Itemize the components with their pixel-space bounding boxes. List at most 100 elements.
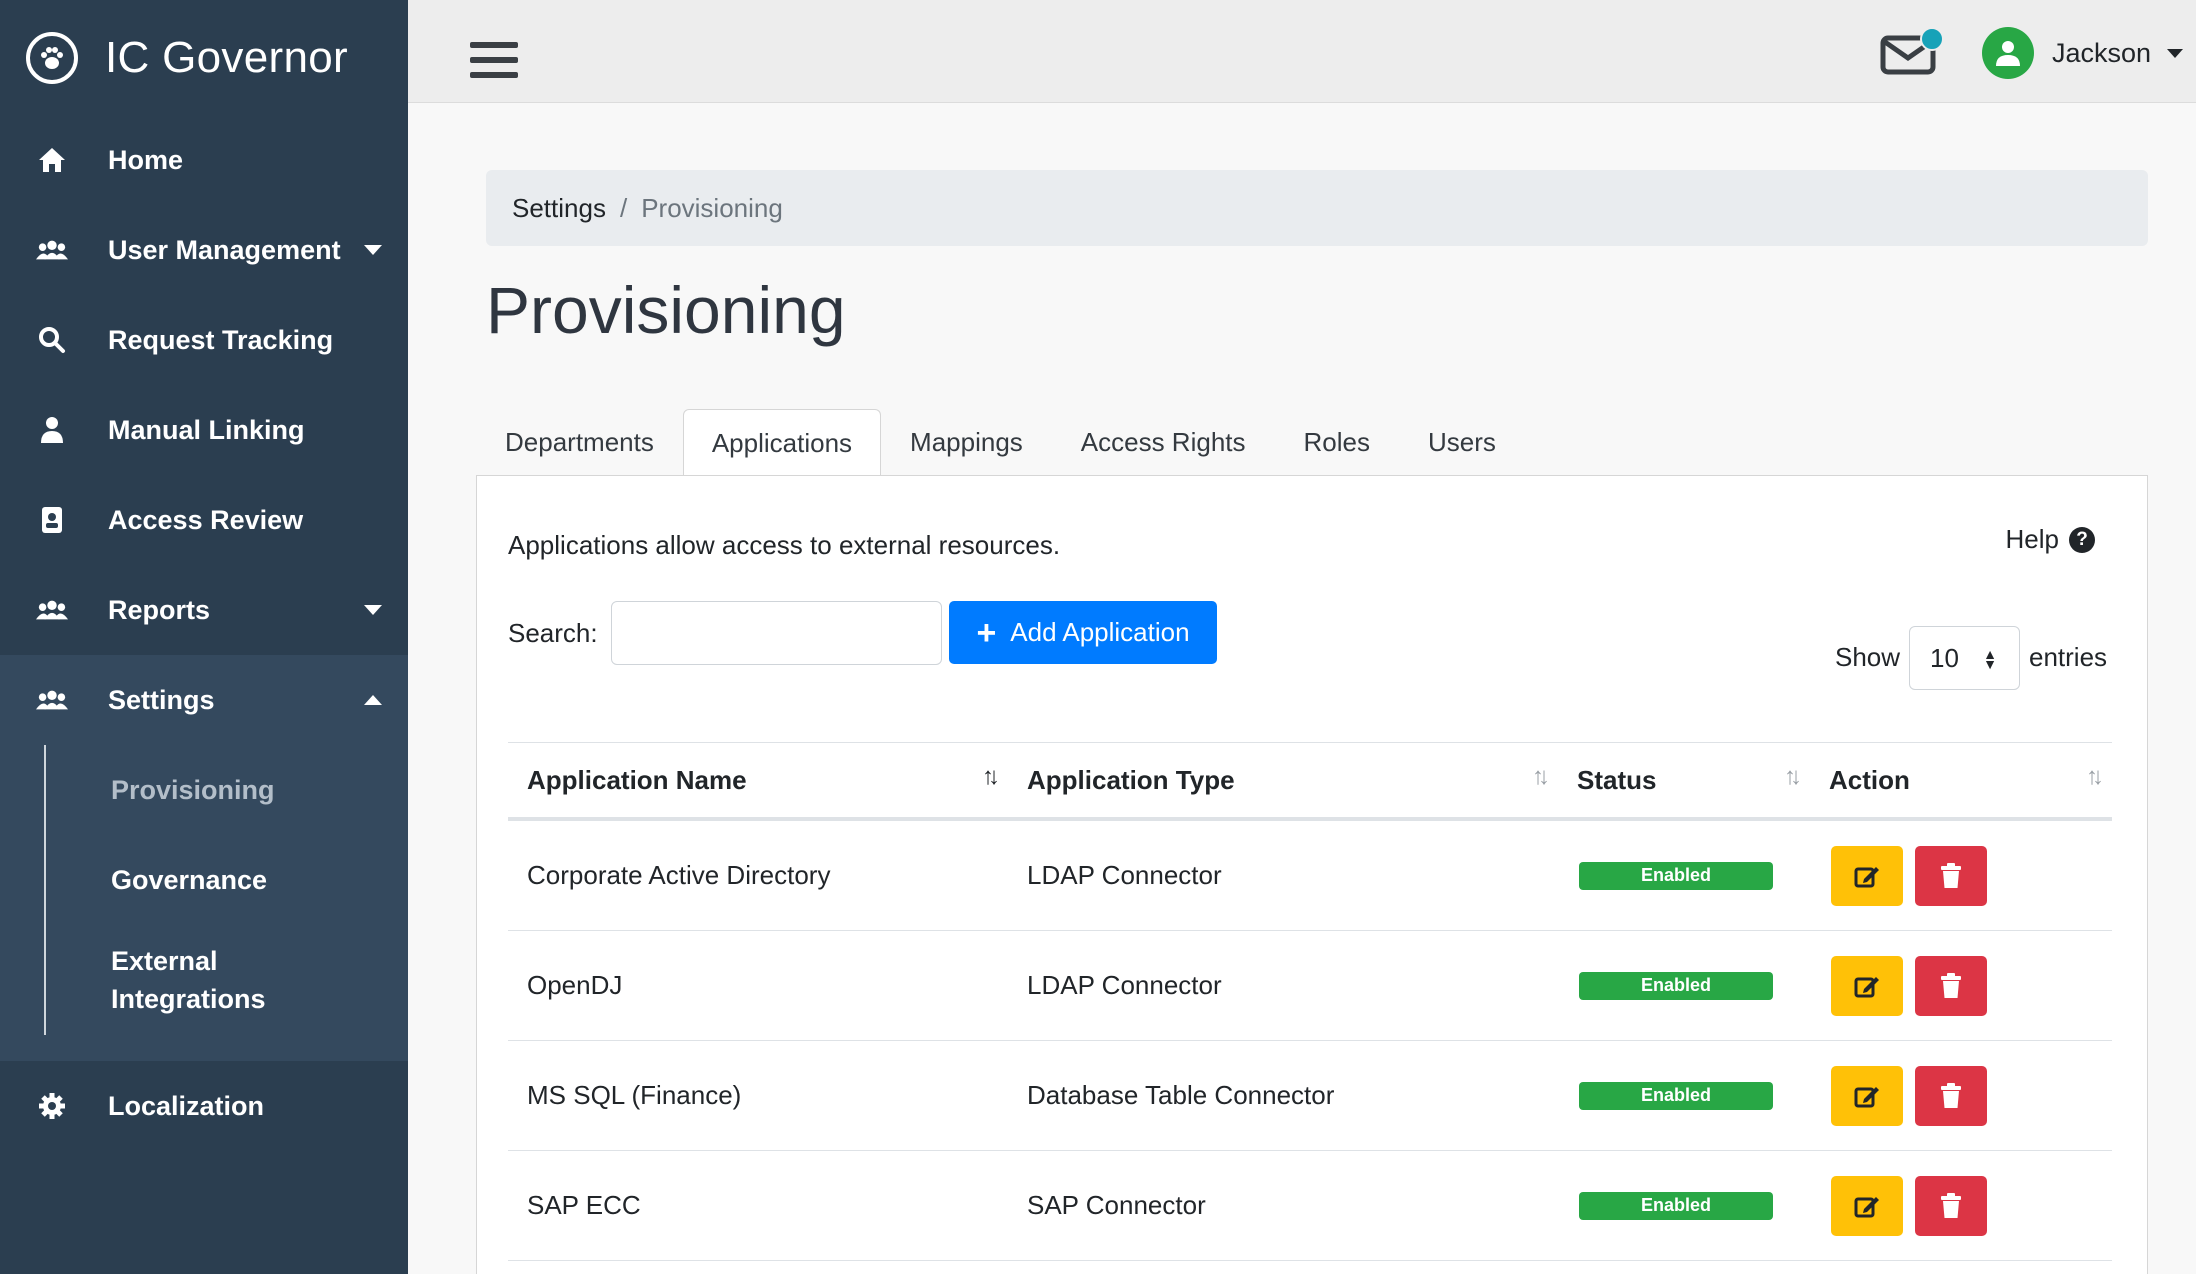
cell-application-name: MS SQL (Finance): [527, 1080, 742, 1110]
sidebar-item-user-management[interactable]: User Management: [0, 205, 408, 295]
cell-application-type: LDAP Connector: [1027, 860, 1222, 890]
cell-status: Enabled: [1558, 931, 1810, 1040]
users-icon: [36, 684, 68, 716]
sidebar-subitem-label: External Integrations: [111, 946, 266, 1014]
sort-icon: ↑↓: [2086, 763, 2104, 790]
tab-mappings[interactable]: Mappings: [881, 408, 1052, 476]
subnav-line: [44, 745, 46, 1035]
chevron-down-icon: [364, 605, 382, 615]
top-bar: Jackson: [408, 0, 2196, 103]
tab-applications[interactable]: Applications: [682, 409, 882, 477]
edit-button[interactable]: [1831, 1175, 1903, 1236]
breadcrumb-current: Provisioning: [641, 192, 783, 223]
cell-application-type: LDAP Connector: [1027, 970, 1222, 1000]
chevron-down-icon: [2167, 48, 2184, 58]
status-badge: Enabled: [1579, 1081, 1773, 1110]
edit-icon: [1854, 1196, 1879, 1217]
status-badge: Enabled: [1579, 1191, 1773, 1220]
column-header-action[interactable]: Action ↑↓: [1810, 743, 2112, 817]
id-badge-icon: [36, 504, 68, 536]
brand[interactable]: IC Governor: [0, 0, 408, 115]
breadcrumb: Settings / Provisioning: [486, 170, 2148, 246]
sidebar-item-label: Home: [108, 144, 184, 175]
help-link[interactable]: Help ?: [2006, 524, 2095, 555]
cell-action: [1810, 1041, 2112, 1150]
tab-roles[interactable]: Roles: [1275, 408, 1399, 476]
sidebar: IC Governor Home User Management Request…: [0, 0, 408, 1274]
delete-button[interactable]: [1915, 955, 1987, 1016]
sidebar-item-reports[interactable]: Reports: [0, 565, 408, 655]
trash-icon: [1941, 972, 1961, 998]
edit-icon: [1854, 1086, 1879, 1107]
table-row: OpenDJ LDAP Connector Enabled: [508, 931, 2112, 1041]
trash-icon: [1941, 1082, 1961, 1108]
sidebar-item-settings[interactable]: Settings: [0, 655, 408, 745]
entries-label: entries: [2029, 642, 2108, 672]
tab-users[interactable]: Users: [1399, 408, 1525, 476]
delete-button[interactable]: [1915, 1065, 1987, 1126]
sort-icon: ↑↓: [1784, 763, 1802, 790]
sidebar-item-request-tracking[interactable]: Request Tracking: [0, 295, 408, 385]
page-title: Provisioning: [486, 273, 846, 347]
table-row: MS SQL (Finance) Database Table Connecto…: [508, 1041, 2112, 1151]
gear-icon: [36, 1090, 68, 1122]
tab-access-rights[interactable]: Access Rights: [1052, 408, 1275, 476]
column-header-label: Application Name: [527, 764, 747, 795]
menu-toggle-icon[interactable]: [470, 42, 518, 84]
search-input[interactable]: [611, 601, 942, 665]
cell-application-type: Database Table Connector: [1027, 1080, 1335, 1110]
column-header-label: Application Type: [1027, 764, 1235, 795]
tab-departments[interactable]: Departments: [476, 408, 683, 476]
search-label: Search:: [508, 618, 598, 648]
sidebar-item-localization[interactable]: Localization: [0, 1061, 408, 1151]
applications-panel: Applications allow access to external re…: [476, 475, 2148, 1274]
panel-description: Applications allow access to external re…: [508, 530, 1061, 560]
sidebar-item-label: Access Review: [108, 504, 304, 535]
users-icon: [36, 234, 68, 266]
entries-select[interactable]: 10 ▲ ▼: [1909, 626, 2020, 690]
column-header-status[interactable]: Status ↑↓: [1558, 743, 1810, 817]
sidebar-item-home[interactable]: Home: [0, 115, 408, 205]
sidebar-subitem-provisioning[interactable]: Provisioning: [0, 745, 408, 835]
sidebar-item-access-review[interactable]: Access Review: [0, 475, 408, 565]
search-icon: [36, 324, 68, 356]
cell-action: [1810, 821, 2112, 930]
settings-section: Settings Provisioning Governance Externa…: [0, 655, 408, 1061]
sidebar-nav: Home User Management Request Tracking Ma…: [0, 115, 408, 655]
user-menu[interactable]: Jackson: [1982, 27, 2184, 79]
column-header-application-name[interactable]: Application Name ↑↓: [508, 743, 1008, 817]
table-row: SAP ECC SAP Connector Enabled: [508, 1151, 2112, 1261]
edit-icon: [1854, 976, 1879, 997]
status-badge: Enabled: [1579, 861, 1773, 890]
edit-button[interactable]: [1831, 955, 1903, 1016]
cell-application-type: SAP Connector: [1027, 1190, 1206, 1220]
show-label: Show: [1835, 642, 1901, 672]
sidebar-item-manual-linking[interactable]: Manual Linking: [0, 385, 408, 475]
cell-status: Enabled: [1558, 821, 1810, 930]
delete-button[interactable]: [1915, 1175, 1987, 1236]
avatar: [1982, 27, 2034, 79]
breadcrumb-settings[interactable]: Settings: [512, 193, 606, 224]
sidebar-item-label: User Management: [108, 234, 341, 265]
cell-status: Enabled: [1558, 1041, 1810, 1150]
trash-icon: [1941, 1192, 1961, 1218]
add-application-button[interactable]: + Add Application: [949, 601, 1217, 664]
notification-dot: [1920, 27, 1944, 51]
sidebar-item-label: Request Tracking: [108, 324, 334, 355]
help-label: Help: [2005, 524, 2059, 554]
chevron-down-icon: [364, 245, 382, 255]
paw-logo-icon: [26, 31, 78, 84]
column-header-application-type[interactable]: Application Type ↑↓: [1008, 743, 1558, 817]
status-badge: Enabled: [1579, 971, 1773, 1000]
delete-button[interactable]: [1915, 845, 1987, 906]
brand-title: IC Governor: [105, 32, 348, 82]
add-application-label: Add Application: [1010, 617, 1190, 647]
cell-application-name: OpenDJ: [527, 970, 623, 1000]
edit-button[interactable]: [1831, 1065, 1903, 1126]
sidebar-subitem-external-integrations[interactable]: External Integrations: [0, 925, 408, 1035]
edit-icon: [1854, 866, 1879, 887]
sidebar-subitem-governance[interactable]: Governance: [0, 835, 408, 925]
edit-button[interactable]: [1831, 845, 1903, 906]
users-icon: [36, 594, 68, 626]
table-header: Application Name ↑↓ Application Type ↑↓ …: [508, 743, 2112, 821]
